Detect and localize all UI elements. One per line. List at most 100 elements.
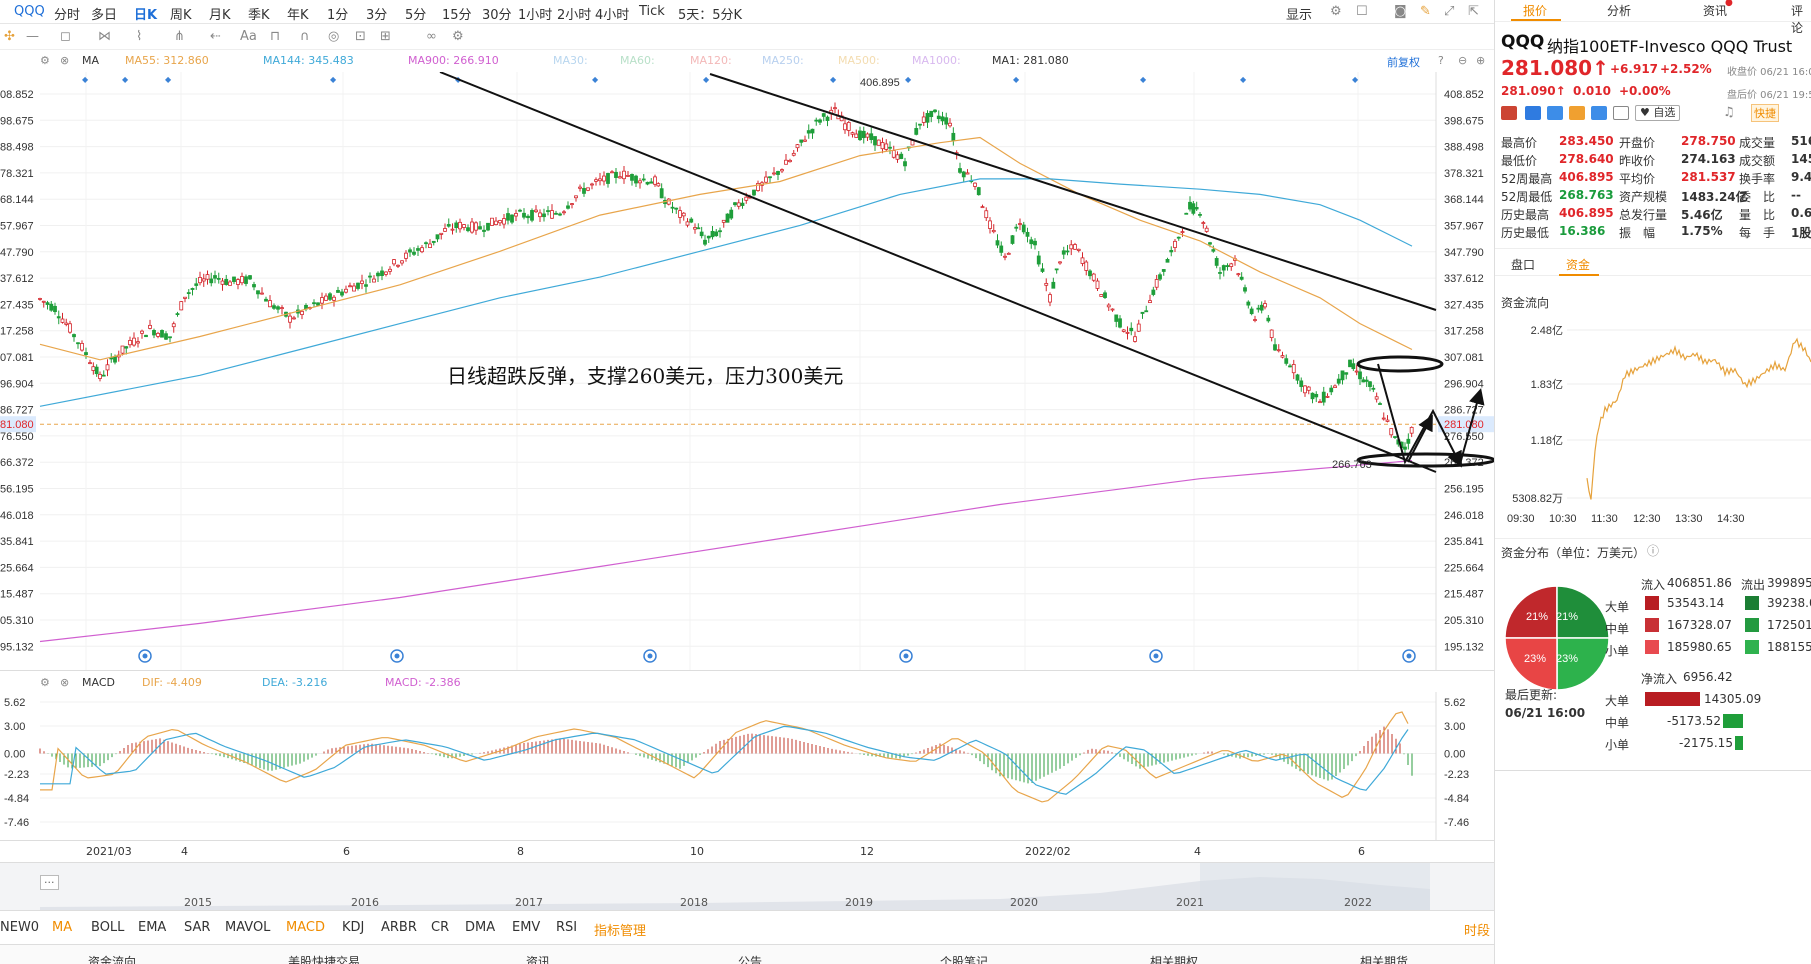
period-3min[interactable]: 3分 (366, 4, 387, 23)
period-yearly[interactable]: 年K (287, 4, 309, 23)
indicator-manager-link[interactable]: 指标管理 (594, 920, 646, 939)
arrow-tool-icon[interactable]: ⇠ (210, 29, 221, 44)
camera-icon[interactable]: ◙ (1394, 4, 1407, 19)
dist-row-label: 中单 (1605, 622, 1630, 636)
sub-tab-orderbook[interactable]: 盘口 (1511, 256, 1535, 273)
bottom-tab[interactable]: 资讯 (526, 953, 550, 964)
help-icon[interactable]: ? (1438, 54, 1444, 67)
s-icon[interactable] (1547, 106, 1563, 120)
bell-icon[interactable]: ♫ (1723, 105, 1739, 121)
symbol-tab[interactable]: QQQ (14, 4, 45, 19)
chart-icon[interactable] (1569, 106, 1585, 120)
fib-tool-icon[interactable]: ⋈ (98, 29, 111, 44)
indicator-tab-sar[interactable]: SAR (184, 920, 210, 935)
period-1min[interactable]: 1分 (327, 4, 348, 23)
fullscreen-icon[interactable]: ⤢ (1444, 4, 1454, 19)
range-navigator[interactable]: ··· 2015 2016 2017 2018 2019 2020 2021 2… (0, 862, 1494, 911)
settings-icon[interactable]: ⚙ (40, 676, 50, 689)
checkbox-icon[interactable]: ☐ (1356, 4, 1368, 19)
indicator-tab-new0[interactable]: NEW0 (0, 920, 39, 935)
panel-tab-comments[interactable]: 评论 (1791, 2, 1811, 36)
zoom-in-icon[interactable]: ⊕ (1476, 54, 1485, 67)
indicator-tab-rsi[interactable]: RSI (556, 920, 577, 935)
period-tick[interactable]: Tick (639, 4, 665, 19)
candle-body (1040, 268, 1045, 272)
period-multiday[interactable]: 多日 (91, 4, 117, 23)
text-tool-icon[interactable]: Aa (240, 29, 257, 44)
bottom-tab[interactable]: 美股快捷交易 (288, 953, 360, 964)
period-monthly[interactable]: 月K (209, 4, 231, 23)
period-4hour[interactable]: 4小时 (595, 4, 629, 23)
panel-tab-quote[interactable]: 报价 (1523, 2, 1547, 19)
pencil-icon[interactable]: ✎ (1420, 4, 1431, 19)
indicator-tab-macd[interactable]: MACD (286, 920, 325, 935)
panel-tab-analysis[interactable]: 分析 (1607, 2, 1631, 19)
indicator-tab-cr[interactable]: CR (431, 920, 449, 935)
brush-tool-icon[interactable]: ⌇ (136, 29, 142, 44)
eye-tool-icon[interactable]: ◎ (328, 29, 339, 44)
magnet-tool-icon[interactable]: ∩ (300, 29, 310, 44)
indicator-tab-ema[interactable]: EMA (138, 920, 166, 935)
us-flag-icon[interactable] (1501, 106, 1517, 120)
candle-body (1269, 329, 1274, 338)
link-icon[interactable]: ∞ (426, 29, 437, 44)
bottom-tab[interactable]: 个股笔记 (940, 953, 988, 964)
close-icon[interactable]: ⊗ (60, 676, 69, 689)
bottom-tab[interactable]: 公告 (738, 953, 762, 964)
dist-row-label: 小单 (1605, 644, 1630, 658)
bottom-tab[interactable]: 资金流向 (88, 953, 136, 964)
gear-icon[interactable]: ⚙ (1330, 4, 1342, 19)
indicator-tab-dma[interactable]: DMA (465, 920, 495, 935)
fork-tool-icon[interactable]: ⋔ (174, 29, 185, 44)
period-5day[interactable]: 5天：5分K (678, 4, 742, 23)
settings-icon[interactable]: ⚙ (40, 54, 50, 67)
period-1hour[interactable]: 1小时 (518, 4, 552, 23)
lock-tool-icon[interactable]: ⊡ (355, 29, 366, 44)
candle-body (388, 268, 392, 272)
candle-body (458, 221, 462, 230)
quote-panel: 报价 分析 资讯 ● 评论 QQQ 纳指100ETF-Invesco QQQ T… (1494, 0, 1811, 964)
bottom-tab[interactable]: 相关期权 (1150, 953, 1198, 964)
indicator-tab-kdj[interactable]: KDJ (342, 920, 364, 935)
period-15min[interactable]: 15分 (442, 4, 472, 23)
macd-name[interactable]: MACD (82, 676, 115, 689)
period-5min[interactable]: 5分 (405, 4, 426, 23)
indicator-tab-ma[interactable]: MA (52, 920, 72, 935)
quick-trade-button[interactable]: 快捷 (1751, 104, 1779, 122)
period-30min[interactable]: 30分 (482, 4, 512, 23)
trash-icon[interactable]: ⊞ (380, 29, 391, 44)
stat-label: 最低价 (1501, 154, 1538, 168)
info-icon[interactable]: ⓘ (1647, 542, 1659, 559)
close-icon[interactable]: ⊗ (60, 54, 69, 67)
display-menu[interactable]: 显示 (1286, 4, 1312, 23)
restore-button[interactable]: 前复权 (1387, 54, 1420, 70)
expand-icon[interactable]: ⇱ (1468, 4, 1479, 19)
ruler-tool-icon[interactable]: ⊓ (270, 29, 280, 44)
sub-tab-funds[interactable]: 资金 (1566, 256, 1590, 273)
navigator-menu-button[interactable]: ··· (40, 875, 59, 890)
timebar-button[interactable]: 时段 (1464, 920, 1490, 939)
zoom-out-icon[interactable]: ⊖ (1458, 54, 1467, 67)
rect-tool-icon[interactable]: ◻ (60, 29, 71, 44)
period-daily[interactable]: 日K (134, 4, 157, 23)
indicator-tab-emv[interactable]: EMV (512, 920, 540, 935)
indicator-tab-boll[interactable]: BOLL (91, 920, 124, 935)
macd-chart[interactable]: 5.62 5.62 3.00 3.00 0.00 0.00 -2.23 -2.23 -4.84 -… (0, 692, 1494, 840)
candle-body (988, 220, 992, 229)
panel-tab-news[interactable]: 资讯 (1703, 2, 1727, 19)
doc-icon[interactable] (1613, 106, 1629, 120)
period-2hour[interactable]: 2小时 (557, 4, 591, 23)
bottom-tab[interactable]: 相关期货 (1360, 953, 1408, 964)
watchlist-button[interactable]: ♥ 自选 (1635, 105, 1681, 121)
period-quarterly[interactable]: 季K (248, 4, 270, 23)
period-weekly[interactable]: 周K (170, 4, 192, 23)
indicator-tab-arbr[interactable]: ARBR (381, 920, 417, 935)
indicator-name[interactable]: MA (82, 54, 99, 67)
crosshair-icon[interactable]: ✣ (4, 29, 15, 44)
lightning-icon[interactable] (1525, 106, 1541, 120)
cart-icon[interactable] (1591, 106, 1607, 120)
period-timeshare[interactable]: 分时 (54, 4, 80, 23)
line-tool-icon[interactable]: — (26, 29, 39, 44)
settings-icon[interactable]: ⚙ (452, 29, 464, 44)
indicator-tab-mavol[interactable]: MAVOL (225, 920, 270, 935)
